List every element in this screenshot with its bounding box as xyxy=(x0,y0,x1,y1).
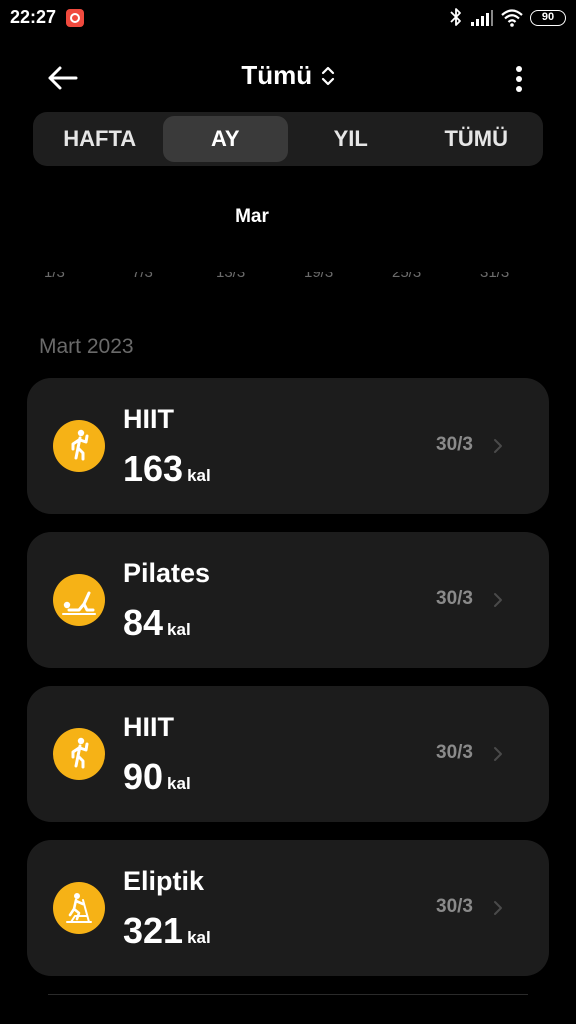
chevron-right-icon xyxy=(494,593,502,607)
status-bar: 22:27 90 xyxy=(0,0,576,36)
axis-tick: 7/3 xyxy=(132,272,153,281)
header-title-selector[interactable]: Tümü xyxy=(0,60,576,91)
axis-tick: 19/3 xyxy=(304,272,334,281)
chart-x-axis: 1/3 7/3 13/3 19/3 25/3 31/3 xyxy=(30,272,550,292)
workout-card[interactable]: Pilates 84 kal 30/3 xyxy=(27,532,549,668)
page-title: Tümü xyxy=(241,60,313,90)
signal-icon xyxy=(471,10,493,26)
workout-card[interactable]: HIIT 163 kal 30/3 xyxy=(27,378,549,514)
calorie-value: 84 xyxy=(123,602,164,643)
chevron-right-icon xyxy=(494,439,502,453)
workout-calories: 163 kal xyxy=(123,448,211,490)
workout-calories: 321 kal xyxy=(123,910,211,952)
axis-tick: 1/3 xyxy=(44,272,65,281)
chart-month-label: Mar xyxy=(235,206,269,227)
chevron-right-icon xyxy=(494,747,502,761)
pilates-icon xyxy=(53,574,105,626)
workout-name: Eliptik xyxy=(123,866,205,896)
calorie-unit: kal xyxy=(187,466,211,485)
tab-yil[interactable]: YIL xyxy=(288,116,414,162)
divider xyxy=(48,994,528,995)
workout-card[interactable]: Eliptik 321 kal 30/3 xyxy=(27,840,549,976)
workout-card[interactable]: HIIT 90 kal 30/3 xyxy=(27,686,549,822)
workout-name: HIIT xyxy=(123,712,174,742)
calorie-unit: kal xyxy=(167,620,191,639)
workout-name: HIIT xyxy=(123,404,174,434)
calorie-value: 163 xyxy=(123,448,184,489)
sort-toggle-icon xyxy=(321,66,334,85)
tab-tumu[interactable]: TÜMÜ xyxy=(414,116,540,162)
calorie-value: 321 xyxy=(123,910,184,951)
calorie-unit: kal xyxy=(167,774,191,793)
axis-tick: 13/3 xyxy=(216,272,246,281)
workout-name: Pilates xyxy=(123,558,211,588)
axis-tick: 25/3 xyxy=(392,272,422,281)
calorie-unit: kal xyxy=(187,928,211,947)
elliptical-icon xyxy=(53,882,105,934)
period-tabs: HAFTA AY YIL TÜMÜ xyxy=(33,112,543,166)
workout-date: 30/3 xyxy=(436,588,473,609)
tab-ay[interactable]: AY xyxy=(162,116,288,162)
hiit-icon xyxy=(53,728,105,780)
workout-date: 30/3 xyxy=(436,434,473,455)
hiit-icon xyxy=(53,420,105,472)
workout-date: 30/3 xyxy=(436,896,473,917)
app-notification-icon xyxy=(66,9,84,27)
chevron-right-icon xyxy=(494,901,502,915)
workout-calories: 90 kal xyxy=(123,756,191,798)
workout-date: 30/3 xyxy=(436,742,473,763)
axis-tick: 31/3 xyxy=(480,272,510,281)
bluetooth-icon xyxy=(450,8,461,26)
workout-history-screen: 22:27 90 Tümü HAFTA AY YIL TÜMÜ Mar 1/3 … xyxy=(0,0,576,1024)
more-vert-icon[interactable] xyxy=(508,62,532,96)
status-time: 22:27 xyxy=(10,7,57,27)
battery-icon: 90 xyxy=(530,10,566,26)
wifi-icon xyxy=(501,9,523,27)
calorie-value: 90 xyxy=(123,756,164,797)
workout-calories: 84 kal xyxy=(123,602,191,644)
tab-hafta[interactable]: HAFTA xyxy=(37,116,163,162)
section-header: Mart 2023 xyxy=(39,335,134,358)
